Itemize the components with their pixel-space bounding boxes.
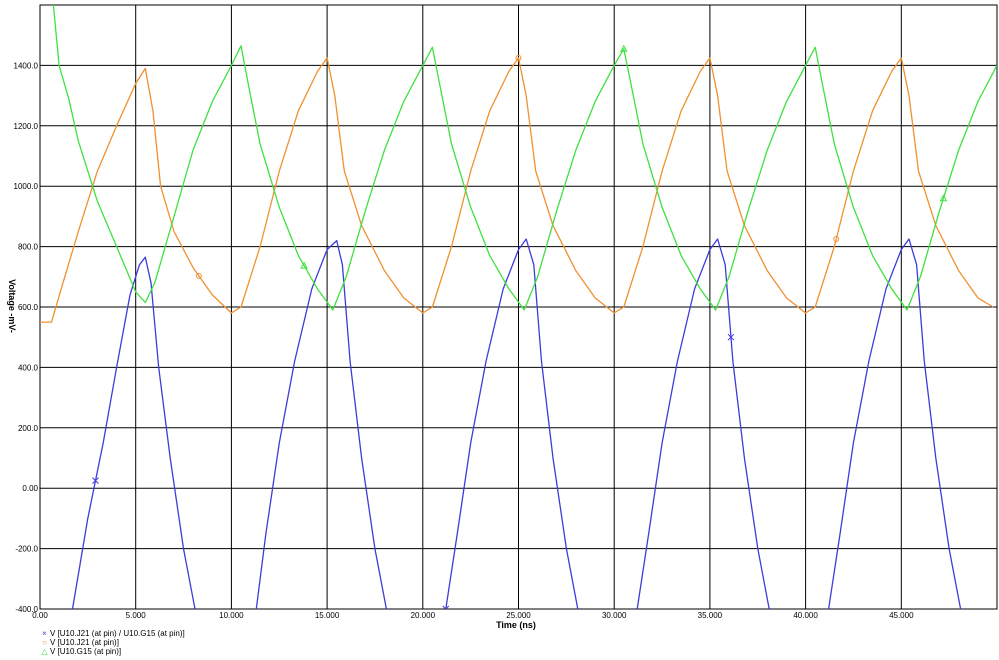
- y-tick-label: 0.00: [22, 484, 38, 493]
- legend-marker-x-icon: ×: [42, 629, 47, 638]
- x-tick-label: 10.000: [219, 611, 244, 620]
- y-tick-label: 1000.0: [14, 182, 39, 191]
- x-tick-label: 5.000: [126, 611, 147, 620]
- series-line-2: [52, 5, 997, 311]
- y-tick-label: 600.0: [18, 303, 39, 312]
- series-line-0: [827, 238, 962, 609]
- y-tick-label: -400.0: [15, 605, 38, 614]
- x-tick-label: 45.000: [889, 611, 914, 620]
- y-tick-label: -200.0: [15, 545, 38, 554]
- legend-label: V [U10.J21 (at pin) / U10.G15 (at pin)]: [50, 629, 185, 638]
- legend-marker-circle-icon: ○: [42, 638, 47, 647]
- y-axis-label: Voltage -mV-: [7, 279, 17, 333]
- x-tick-label: 35.000: [698, 611, 723, 620]
- legend-label: V [U10.G15 (at pin)]: [50, 647, 122, 656]
- x-tick-label: 30.000: [602, 611, 627, 620]
- legend-entry-j21: ○ V [U10.J21 (at pin)]: [40, 638, 185, 647]
- series-line-0: [445, 238, 579, 609]
- x-axis-ticks: 0.00 5.000 10.000 15.000 20.000 25.000 30.000 3…: [32, 611, 914, 620]
- legend-marker-triangle-icon: △: [41, 647, 48, 656]
- series-line-0: [636, 238, 770, 609]
- x-axis-label: Time (ns): [496, 620, 536, 630]
- x-tick-label: 20.000: [411, 611, 436, 620]
- series-line-0: [255, 239, 388, 609]
- y-tick-label: 400.0: [18, 363, 39, 372]
- y-tick-label: 1200.0: [14, 122, 39, 131]
- y-tick-label: 200.0: [18, 424, 39, 433]
- y-tick-label: 1400.0: [14, 61, 39, 70]
- waveform-chart: 0.00 5.000 10.000 15.000 20.000 25.000 30.000 3…: [7, 4, 998, 630]
- x-tick-label: 15.000: [315, 611, 340, 620]
- chart-legend: × V [U10.J21 (at pin) / U10.G15 (at pin)…: [40, 629, 185, 656]
- legend-label: V [U10.J21 (at pin)]: [50, 638, 119, 647]
- x-tick-label: 40.000: [793, 611, 818, 620]
- legend-entry-g15: △ V [U10.G15 (at pin)]: [40, 647, 185, 656]
- chart-grid: [39, 4, 998, 610]
- y-tick-label: 800.0: [18, 243, 39, 252]
- series-line-0: [71, 256, 196, 609]
- legend-entry-ratio: × V [U10.J21 (at pin) / U10.G15 (at pin)…: [40, 629, 185, 638]
- x-tick-label: 25.000: [506, 611, 531, 620]
- y-axis-ticks: -400.0 -200.0 0.00 200.0 400.0 600.0 800.0 1000…: [14, 61, 39, 614]
- series-line-1: [40, 57, 994, 323]
